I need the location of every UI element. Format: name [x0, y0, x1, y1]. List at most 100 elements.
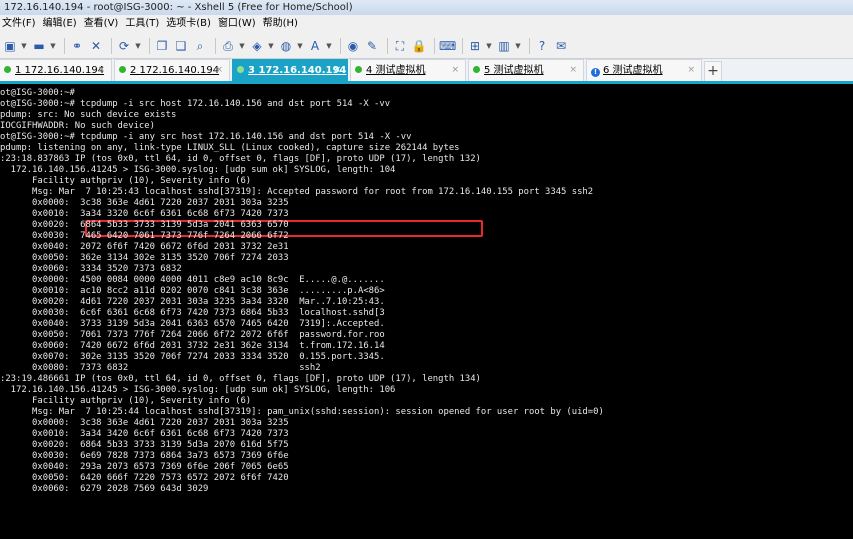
dropdown-arrow-icon[interactable]: ▼: [135, 42, 141, 50]
dropdown-arrow-icon[interactable]: ▼: [21, 42, 27, 50]
toolbar-separator: [529, 37, 530, 54]
tab-label: 2 172.16.140.194: [130, 65, 220, 76]
terminal-line: 0x0040: 3733 3139 5d3a 2041 6363 6570 74…: [0, 319, 385, 329]
terminal-line: pdump: listening on any, link-type LINUX…: [0, 143, 460, 153]
fullscreen-icon[interactable]: ⛶: [392, 38, 408, 54]
menu-item[interactable]: 选项卡(B): [164, 15, 216, 33]
script-icon[interactable]: ✎: [364, 38, 380, 54]
terminal-line: 0x0070: 302e 3135 3520 706f 7274 2033 33…: [0, 352, 385, 362]
menu-bar: 文件(F) 编辑(E) 查看(V) 工具(T) 选项卡(B) 窗口(W) 帮助(H): [0, 15, 853, 33]
terminal-line: ot@ISG-3000:~# tcpdump -i src host 172.1…: [0, 99, 391, 109]
terminal-line: 0x0060: 3334 3520 7373 6832: [0, 264, 182, 274]
terminal-line: 0x0050: 362e 3134 302e 3135 3520 706f 72…: [0, 253, 289, 263]
chat-icon[interactable]: ✉: [553, 38, 569, 54]
tab-label: 4 测试虚拟机: [366, 65, 426, 76]
terminal-line: ot@ISG-3000:~# tcpdump -i any src host 1…: [0, 132, 412, 142]
terminal-line: 0x0060: 7420 6672 6f6d 2031 3732 2e31 36…: [0, 341, 385, 351]
reconnect-icon[interactable]: ⟳: [116, 38, 132, 54]
link-icon[interactable]: ⚭: [69, 38, 85, 54]
terminal-line: 0x0040: 293a 2073 6573 7369 6f6e 206f 70…: [0, 462, 289, 472]
terminal-line: 0x0010: 3a34 3420 6c6f 6361 6c68 6f73 74…: [0, 429, 289, 439]
terminal-line: 0x0050: 6420 666f 7220 7573 6572 2072 6f…: [0, 473, 289, 483]
terminal-line: pdump: src: No such device exists: [0, 110, 177, 120]
terminal-line: 0x0030: 7465 6420 7061 7373 776f 7264 20…: [0, 231, 289, 241]
toolbar-separator: [462, 37, 463, 54]
session-tab[interactable]: 3 172.16.140.194 ×: [232, 59, 348, 81]
session-tab-bar: 1 172.16.140.194 × 2 172.16.140.194 × 3 172.…: [0, 59, 853, 84]
session-tab[interactable]: 1 172.16.140.194 ×: [0, 59, 112, 81]
close-tab-icon[interactable]: ×: [569, 60, 577, 81]
find-icon[interactable]: ⌕: [192, 38, 208, 54]
terminal-line: 0x0050: 7061 7373 776f 7264 2066 6f72 20…: [0, 330, 385, 340]
lock-icon[interactable]: 🔒: [411, 38, 427, 54]
terminal-line: 0x0030: 6e69 7828 7373 6864 3a73 6573 73…: [0, 451, 289, 461]
terminal-line: 0x0000: 3c38 363e 4d61 7220 2037 2031 30…: [0, 418, 289, 428]
terminal-line: 0x0080: 7373 6832 ssh2: [0, 363, 321, 373]
close-tab-icon[interactable]: ×: [687, 60, 695, 81]
menu-item[interactable]: 窗口(W): [216, 15, 261, 33]
layout-icon[interactable]: ▥: [496, 38, 512, 54]
terminal-line: Msg: Mar 7 10:25:44 localhost sshd[37319…: [0, 407, 604, 417]
xftp-icon[interactable]: ◉: [345, 38, 361, 54]
close-tab-icon[interactable]: ×: [333, 60, 341, 81]
dropdown-arrow-icon[interactable]: ▼: [50, 42, 56, 50]
session-tab[interactable]: 5 测试虚拟机 ×: [468, 59, 584, 81]
copy-icon[interactable]: ❐: [154, 38, 170, 54]
terminal-line: 0x0020: 6864 5b33 3733 3139 5d3a 2070 61…: [0, 440, 289, 450]
dropdown-arrow-icon[interactable]: ▼: [297, 42, 303, 50]
connected-status-icon: [237, 66, 244, 73]
new-tab-button[interactable]: +: [704, 61, 722, 81]
connected-status-icon: [4, 66, 11, 73]
terminal-line: Msg: Mar 7 10:25:43 localhost sshd[37319…: [0, 187, 594, 197]
toolbar-separator: [215, 37, 216, 54]
dropdown-arrow-icon[interactable]: ▼: [239, 42, 245, 50]
terminal-line: 172.16.140.156.41245 > ISG-3000.syslog: …: [0, 165, 396, 175]
font-icon[interactable]: A: [307, 38, 323, 54]
close-tab-icon[interactable]: ×: [451, 60, 459, 81]
disconnect-icon[interactable]: ✕: [88, 38, 104, 54]
print-icon[interactable]: ⎙: [220, 38, 236, 54]
terminal-line: :23:19.486661 IP (tos 0x0, ttl 64, id 0,…: [0, 374, 481, 384]
menu-item[interactable]: 查看(V): [82, 15, 124, 33]
window-title: 172.16.140.194 - root@ISG-3000: ~ - Xshe…: [0, 0, 853, 15]
toolbar-separator: [340, 37, 341, 54]
toolbar-separator: [111, 37, 112, 54]
help-icon[interactable]: ?: [534, 38, 550, 54]
dropdown-arrow-icon[interactable]: ▼: [268, 42, 274, 50]
tab-label: 1 172.16.140.194: [15, 65, 105, 76]
keyboard-icon[interactable]: ⌨: [439, 38, 456, 54]
session-tab[interactable]: 2 172.16.140.194 ×: [114, 59, 230, 81]
add-icon[interactable]: ⊞: [467, 38, 483, 54]
terminal-line: ot@ISG-3000:~#: [0, 88, 75, 98]
terminal-line: Facility authpriv (10), Severity info (6…: [0, 176, 252, 186]
close-tab-icon[interactable]: ×: [97, 60, 105, 81]
menu-item[interactable]: 编辑(E): [41, 15, 82, 33]
menu-item[interactable]: 文件(F): [0, 15, 41, 33]
terminal-line: IOCGIFHWADDR: No such device): [0, 121, 155, 131]
terminal-output[interactable]: ot@ISG-3000:~# ot@ISG-3000:~# tcpdump -i …: [0, 87, 853, 539]
terminal-line: 0x0010: 3a34 3320 6c6f 6361 6c68 6f73 74…: [0, 209, 289, 219]
terminal-line: 0x0030: 6c6f 6361 6c68 6f73 7420 7373 68…: [0, 308, 385, 318]
dropdown-arrow-icon[interactable]: ▼: [515, 42, 521, 50]
globe-icon[interactable]: ◍: [278, 38, 294, 54]
dropdown-arrow-icon[interactable]: ▼: [486, 42, 492, 50]
open-folder-icon[interactable]: ▬: [31, 38, 47, 54]
tab-label: 6 测试虚拟机: [603, 65, 663, 76]
close-tab-icon[interactable]: ×: [215, 60, 223, 81]
warning-status-icon: !: [591, 68, 600, 77]
menu-item[interactable]: 帮助(H): [261, 15, 303, 33]
terminal-line: 0x0010: ac10 8cc2 a11d 0202 0070 c841 3c…: [0, 286, 385, 296]
toolbar: ▣ ▼ ▬ ▼ ⚭ ✕ ⟳ ▼ ❐ ❑ ⌕ ⎙ ▼ ◈ ▼ ◍ ▼ A ▼ ◉ ✎ ⛶ 🔒 ⌨ ⊞ ▼ ▥ ▼? ✉: [0, 33, 853, 59]
properties-icon[interactable]: ◈: [249, 38, 265, 54]
session-tab[interactable]: 4 测试虚拟机 ×: [350, 59, 466, 81]
menu-item[interactable]: 工具(T): [123, 15, 164, 33]
new-session-icon[interactable]: ▣: [2, 38, 18, 54]
dropdown-arrow-icon[interactable]: ▼: [326, 42, 332, 50]
terminal-line: 0x0000: 3c38 363e 4d61 7220 2037 2031 30…: [0, 198, 289, 208]
session-tab[interactable]: ! 6 测试虚拟机 ×: [586, 59, 702, 81]
terminal-line: :23:18.837863 IP (tos 0x0, ttl 64, id 0,…: [0, 154, 481, 164]
paste-icon[interactable]: ❑: [173, 38, 189, 54]
terminal-line: Facility authpriv (10), Severity info (6…: [0, 396, 252, 406]
terminal-line: 0x0000: 4500 0084 0000 4000 4011 c8e9 ac…: [0, 275, 385, 285]
toolbar-separator: [64, 37, 65, 54]
